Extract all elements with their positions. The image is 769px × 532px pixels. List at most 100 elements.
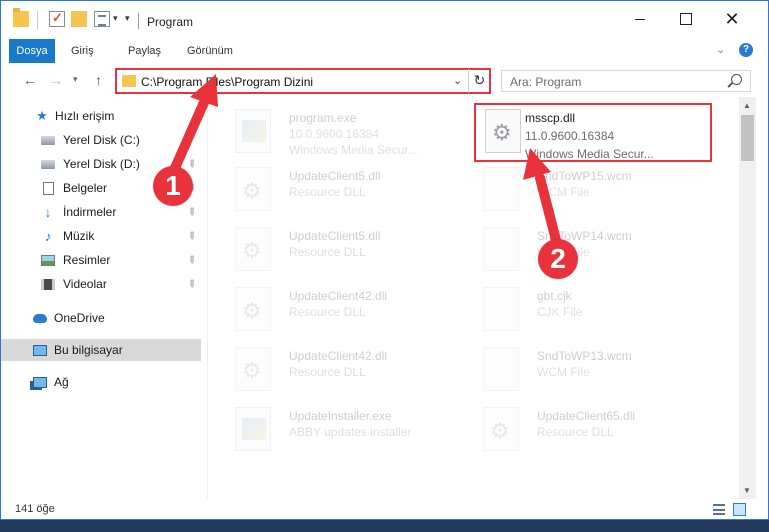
file-type: WCM File bbox=[537, 365, 590, 379]
sidebar-item-quick-access[interactable]: ★ Hızlı erişim bbox=[1, 105, 201, 127]
file-tile[interactable]: UpdateClient5.dll Resource DLL bbox=[225, 161, 463, 217]
file-tile[interactable]: SndToWP13.wcm WCM File bbox=[473, 341, 711, 397]
file-description: Windows Media Secur... bbox=[289, 143, 418, 157]
sidebar-item-downloads[interactable]: ↓ İndirmeler ✎ bbox=[1, 201, 201, 223]
sidebar-item-this-pc[interactable]: Bu bilgisayar bbox=[1, 339, 201, 361]
file-tile[interactable]: UpdateClient42.dll Resource DLL bbox=[225, 341, 463, 397]
videos-icon bbox=[41, 278, 55, 291]
search-icon[interactable] bbox=[731, 74, 742, 85]
back-arrow-icon[interactable]: ← bbox=[23, 72, 37, 88]
sidebar-item-onedrive[interactable]: OneDrive bbox=[1, 307, 201, 329]
help-icon[interactable]: ? bbox=[739, 43, 753, 57]
file-tile[interactable]: gbt.cjk CJK File bbox=[473, 281, 711, 337]
file-name: UpdateClient65.dll bbox=[537, 409, 636, 423]
file-tile[interactable]: UpdateClient42.dll Resource DLL bbox=[225, 281, 463, 337]
address-bar[interactable]: C:\Program Files\Program Dizini ⌄ ↻ bbox=[115, 68, 491, 94]
ribbon-expand-icon[interactable]: ⌄ bbox=[716, 43, 725, 56]
executable-icon bbox=[235, 109, 271, 153]
title-divider bbox=[138, 13, 139, 29]
title-bar: ▾ ▾ Program ✕ bbox=[1, 1, 768, 37]
details-view-icon[interactable] bbox=[713, 504, 725, 515]
close-button[interactable]: ✕ bbox=[709, 1, 755, 37]
tab-home[interactable]: Giriş bbox=[63, 39, 102, 63]
dll-gear-icon bbox=[485, 109, 521, 153]
sidebar-item-label: İndirmeler bbox=[63, 205, 117, 219]
file-icon bbox=[483, 287, 519, 331]
scroll-up-icon[interactable]: ▲ bbox=[743, 101, 751, 110]
sidebar-item-pictures[interactable]: Resimler ✎ bbox=[1, 249, 201, 271]
file-tile-msscp-dll[interactable]: msscp.dll 11.0.9600.16384 Windows Media … bbox=[475, 103, 713, 161]
recent-locations-chevron-icon[interactable]: ▾ bbox=[73, 74, 78, 85]
file-type: Resource DLL bbox=[289, 365, 366, 379]
file-type: WCM File bbox=[537, 245, 590, 259]
pin-icon[interactable]: ✎ bbox=[184, 157, 198, 171]
file-name: msscp.dll bbox=[525, 111, 576, 125]
tab-share[interactable]: Paylaş bbox=[120, 39, 169, 63]
large-icons-view-icon[interactable] bbox=[733, 503, 746, 516]
file-tile[interactable]: UpdateInstaller.exe ABBY updates install… bbox=[225, 401, 463, 457]
sidebar-item-label: Müzik bbox=[63, 229, 95, 243]
customize-toolbar-icon[interactable]: ▾ bbox=[125, 13, 130, 24]
pin-icon[interactable]: ✎ bbox=[184, 205, 198, 219]
sidebar-item-label: Ağ bbox=[54, 375, 69, 389]
navigation-pane: ★ Hızlı erişim Yerel Disk (C:) Yerel Dis… bbox=[1, 101, 208, 499]
file-tile[interactable]: SndToWP14.wcm WCM File bbox=[473, 221, 711, 277]
address-history-chevron-icon[interactable]: ⌄ bbox=[453, 74, 462, 87]
forward-arrow-icon[interactable]: → bbox=[49, 72, 63, 88]
sidebar-item-label: Yerel Disk (C:) bbox=[63, 133, 140, 147]
file-tile[interactable]: UpdateClient65.dll Resource DLL bbox=[473, 401, 711, 457]
sidebar-item-local-disk-d[interactable]: Yerel Disk (D:) ✎ bbox=[1, 153, 201, 175]
sidebar-item-music[interactable]: ♪ Müzik ✎ bbox=[1, 225, 201, 247]
tab-file[interactable]: Dosya bbox=[9, 39, 55, 63]
file-name: gbt.cjk bbox=[537, 289, 572, 303]
file-icon bbox=[483, 347, 519, 391]
drive-icon bbox=[41, 158, 55, 171]
new-folder-icon[interactable] bbox=[71, 11, 87, 27]
downloads-icon: ↓ bbox=[44, 204, 52, 220]
file-name: UpdateClient5.dll bbox=[289, 229, 381, 243]
scroll-down-icon[interactable]: ▼ bbox=[743, 486, 751, 495]
file-icon bbox=[483, 227, 519, 271]
documents-icon bbox=[41, 181, 55, 195]
maximize-button[interactable] bbox=[663, 1, 709, 37]
music-icon: ♪ bbox=[44, 228, 52, 244]
pin-icon[interactable]: ✎ bbox=[184, 277, 198, 291]
sidebar-item-label: Hızlı erişim bbox=[55, 109, 115, 123]
pin-icon[interactable]: ✎ bbox=[184, 253, 198, 267]
file-description: Windows Media Secur... bbox=[525, 147, 654, 161]
file-tile[interactable]: program.exe 10.0.9600.16384 Windows Medi… bbox=[225, 103, 463, 159]
file-tile[interactable]: SndToWP15.wcm WCM File bbox=[473, 161, 711, 217]
sidebar-item-network[interactable]: Ağ bbox=[1, 371, 201, 393]
minimize-button[interactable] bbox=[617, 1, 663, 37]
up-arrow-icon[interactable]: ↑ bbox=[95, 72, 102, 88]
item-count: 141 öğe bbox=[15, 503, 55, 515]
properties-icon[interactable] bbox=[94, 11, 110, 27]
file-name: SndToWP14.wcm bbox=[537, 229, 632, 243]
sidebar-item-local-disk-c[interactable]: Yerel Disk (C:) bbox=[1, 129, 201, 151]
file-description: ABBY updates installer bbox=[289, 425, 412, 439]
sidebar-item-documents[interactable]: Belgeler ✎ bbox=[1, 177, 201, 199]
desktop-background bbox=[0, 520, 769, 532]
pin-icon[interactable]: ✎ bbox=[184, 181, 198, 195]
onedrive-cloud-icon bbox=[33, 312, 47, 325]
chevron-down-icon[interactable]: ▾ bbox=[113, 13, 118, 24]
file-type: CJK File bbox=[537, 305, 583, 319]
file-tile[interactable]: UpdateClient5.dll Resource DLL bbox=[225, 221, 463, 277]
sidebar-item-videos[interactable]: Videolar ✎ bbox=[1, 273, 201, 295]
search-placeholder: Ara: Program bbox=[510, 75, 582, 89]
toolbar-divider bbox=[37, 11, 38, 29]
vertical-scrollbar[interactable]: ▲ ▼ bbox=[739, 97, 756, 499]
tab-view[interactable]: Görünüm bbox=[179, 39, 241, 63]
address-path[interactable]: C:\Program Files\Program Dizini bbox=[141, 75, 313, 89]
pin-icon[interactable]: ✎ bbox=[184, 229, 198, 243]
dll-gear-icon bbox=[235, 287, 271, 331]
file-type: Resource DLL bbox=[537, 425, 614, 439]
file-version: 11.0.9600.16384 bbox=[525, 129, 615, 143]
refresh-icon[interactable]: ↻ bbox=[468, 69, 490, 93]
file-explorer-window: ▾ ▾ Program ✕ Dosya Giriş Paylaş Görünüm… bbox=[0, 0, 769, 520]
file-name: UpdateClient5.dll bbox=[289, 169, 381, 183]
properties-check-icon[interactable] bbox=[49, 10, 65, 27]
status-bar: 141 öğe bbox=[1, 499, 768, 519]
scrollbar-thumb[interactable] bbox=[741, 115, 754, 161]
search-input[interactable]: Ara: Program bbox=[501, 70, 751, 92]
